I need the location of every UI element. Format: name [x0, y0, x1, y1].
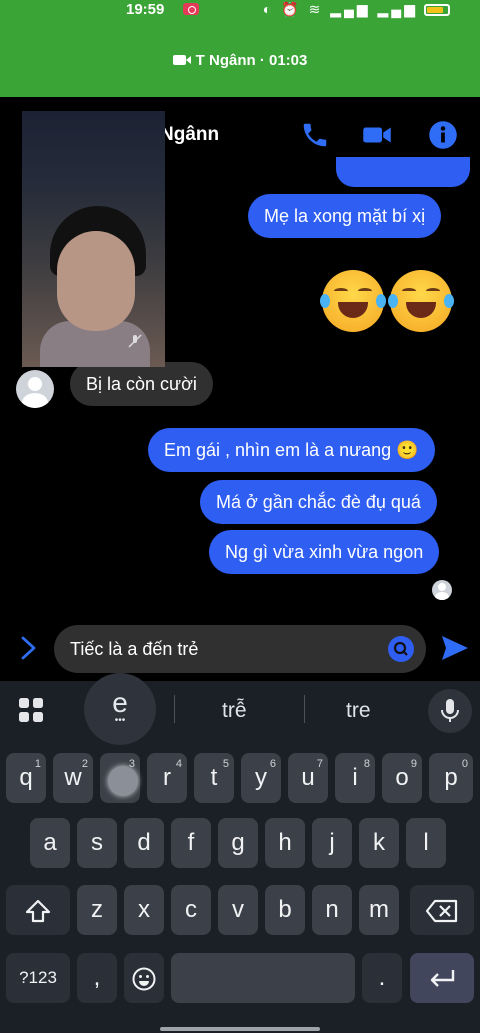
- seen-indicator-avatar: [432, 580, 452, 600]
- suggestion-bar: e ••• trễ tre: [0, 673, 480, 745]
- space-key[interactable]: [171, 953, 355, 1003]
- key-w[interactable]: w2: [53, 753, 93, 803]
- status-icons: ◐ ⏰ ≋ ▂▄▆ ▂▄▆: [262, 1, 418, 17]
- message-text: Em gái , nhìn em là a nưang 🙂: [164, 440, 419, 460]
- smiley-icon: [132, 967, 156, 991]
- message-input[interactable]: Tiếc là a đến trẻ: [54, 625, 426, 673]
- enter-icon: [430, 969, 455, 987]
- contact-name[interactable]: Ngânn: [160, 124, 219, 146]
- key-p[interactable]: p0: [429, 753, 473, 803]
- status-time: 19:59: [126, 1, 165, 18]
- key-h[interactable]: h: [265, 818, 305, 868]
- home-indicator[interactable]: [160, 1027, 320, 1031]
- key-v[interactable]: v: [218, 885, 258, 935]
- search-emoji-icon: [393, 641, 408, 656]
- key-k[interactable]: k: [359, 818, 399, 868]
- key-f[interactable]: f: [171, 818, 211, 868]
- message-text: Má ở gần chắc đè đụ quá: [216, 492, 421, 512]
- screen-record-icon: [183, 3, 199, 15]
- outgoing-message[interactable]: Mẹ la xong mặt bí xị: [248, 194, 442, 238]
- key-x[interactable]: x: [124, 885, 164, 935]
- chevron-right-icon[interactable]: [18, 634, 40, 662]
- key-u[interactable]: u7: [288, 753, 328, 803]
- key-d[interactable]: d: [124, 818, 164, 868]
- key-t[interactable]: t5: [194, 753, 234, 803]
- incoming-message[interactable]: Bị la còn cười: [70, 362, 213, 406]
- key-q[interactable]: q1: [6, 753, 46, 803]
- key-i[interactable]: i8: [335, 753, 375, 803]
- period-key[interactable]: .: [362, 953, 402, 1003]
- laughing-emoji-icon: [388, 270, 454, 332]
- call-info: T Ngânn · 01:03: [0, 52, 480, 69]
- touch-indicator: [108, 766, 138, 796]
- suggestion-tre-accent[interactable]: trễ: [222, 699, 247, 723]
- suggestion-tre[interactable]: tre: [346, 699, 371, 723]
- voice-input-button[interactable]: [428, 689, 472, 733]
- backspace-key[interactable]: [410, 885, 474, 935]
- emoji-button[interactable]: [388, 636, 414, 662]
- key-y[interactable]: y6: [241, 753, 281, 803]
- suggestion-e[interactable]: e •••: [84, 673, 156, 745]
- message-input-text: Tiếc là a đến trẻ: [70, 639, 199, 659]
- key-z[interactable]: z: [77, 885, 117, 935]
- comma-key[interactable]: ,: [77, 953, 117, 1003]
- battery-icon: [424, 4, 450, 16]
- message-text: Ng gì vừa xinh vừa ngon: [225, 542, 424, 562]
- contact-avatar[interactable]: [16, 370, 54, 408]
- key-r[interactable]: r4: [147, 753, 187, 803]
- message-text: Bị la còn cười: [86, 374, 197, 394]
- send-icon[interactable]: [440, 634, 470, 662]
- phone-icon[interactable]: [300, 120, 330, 150]
- video-call-pip[interactable]: [22, 111, 165, 367]
- outgoing-message[interactable]: Em gái , nhìn em là a nưang 🙂: [148, 428, 435, 472]
- key-o[interactable]: o9: [382, 753, 422, 803]
- outgoing-message[interactable]: Ng gì vừa xinh vừa ngon: [209, 530, 440, 574]
- key-n[interactable]: n: [312, 885, 352, 935]
- mic-muted-icon: [128, 334, 142, 348]
- symbols-key[interactable]: ?123: [6, 953, 70, 1003]
- caller-video-feed: [57, 231, 135, 331]
- message-bubble-partial: [336, 157, 470, 187]
- key-l[interactable]: l: [406, 818, 446, 868]
- shift-icon: [25, 899, 51, 922]
- outgoing-message[interactable]: Má ở gần chắc đè đụ quá: [200, 480, 437, 524]
- key-j[interactable]: j: [312, 818, 352, 868]
- status-bar: 19:59 ◐ ⏰ ≋ ▂▄▆ ▂▄▆: [0, 0, 480, 22]
- key-a[interactable]: a: [30, 818, 70, 868]
- laughing-emoji-icon: [320, 270, 386, 332]
- key-g[interactable]: g: [218, 818, 258, 868]
- message-text: Mẹ la xong mặt bí xị: [264, 206, 426, 226]
- shift-key[interactable]: [6, 885, 70, 935]
- apps-grid-icon[interactable]: [18, 697, 44, 723]
- video-camera-icon: [172, 55, 191, 65]
- emoji-key[interactable]: [124, 953, 164, 1003]
- key-m[interactable]: m: [359, 885, 399, 935]
- call-info-text: T Ngânn · 01:03: [195, 52, 308, 69]
- key-s[interactable]: s: [77, 818, 117, 868]
- key-b[interactable]: b: [265, 885, 305, 935]
- backspace-icon: [425, 899, 458, 922]
- microphone-icon: [441, 699, 459, 722]
- ongoing-call-banner[interactable]: 19:59 ◐ ⏰ ≋ ▂▄▆ ▂▄▆ T Ngânn · 01:03: [0, 0, 480, 97]
- info-icon[interactable]: [428, 120, 458, 150]
- key-c[interactable]: c: [171, 885, 211, 935]
- enter-key[interactable]: [410, 953, 474, 1003]
- video-icon[interactable]: [362, 120, 392, 150]
